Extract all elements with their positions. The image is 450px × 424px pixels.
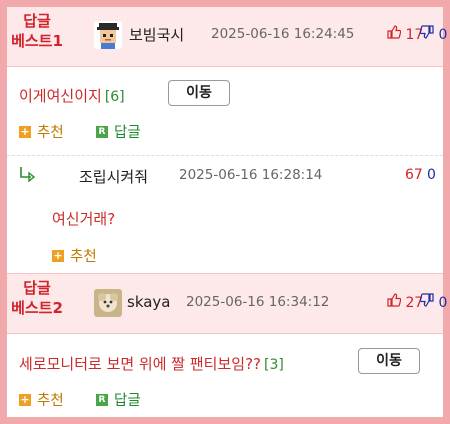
best2-badge-line1: 답글 bbox=[23, 279, 51, 297]
reply-timestamp: 2025-06-16 16:28:14 bbox=[179, 167, 323, 183]
best1-move-button[interactable]: 이동 bbox=[168, 80, 230, 106]
best1-recommend-button[interactable]: + 추천 bbox=[19, 121, 64, 142]
thumbs-up-icon bbox=[387, 25, 402, 39]
best1-content[interactable]: 이게여신이지 [6] bbox=[19, 85, 125, 106]
best2-reply-count: [3] bbox=[264, 357, 284, 373]
best1-header: 답글 베스트1 보빔국시 2025-06-16 16:24:45 17 0 bbox=[7, 7, 447, 67]
best1-recommend-label: 추천 bbox=[37, 125, 64, 141]
dog-photo-icon bbox=[94, 289, 122, 317]
best2-timestamp: 2025-06-16 16:34:12 bbox=[186, 294, 330, 310]
best1-badge: 답글 베스트1 bbox=[7, 11, 67, 51]
reply-comment: 조립시켜줘 2025-06-16 16:28:14 67 0 여신거래? + 추… bbox=[7, 155, 443, 273]
plus-icon: + bbox=[19, 124, 31, 138]
best2-avatar[interactable] bbox=[94, 289, 122, 317]
thumbs-up-icon bbox=[387, 293, 402, 307]
best2-content[interactable]: 세로모니터로 보면 위에 짤 팬티보임?? [3] bbox=[19, 353, 284, 374]
best1-downvote[interactable]: 0 bbox=[419, 25, 448, 43]
reply-upvote-count[interactable]: 67 bbox=[405, 167, 423, 183]
best1-badge-line2: 베스트1 bbox=[11, 32, 63, 50]
best1-badge-line1: 답글 bbox=[23, 12, 51, 30]
best2-body: 세로모니터로 보면 위에 짤 팬티보임?? [3] 이동 + 추천 R 답글 bbox=[7, 334, 443, 418]
best1-body: 이게여신이지 [6] 이동 + 추천 R 답글 bbox=[7, 67, 443, 155]
best1-reply-label: 답글 bbox=[114, 125, 141, 141]
thumbs-down-icon bbox=[419, 293, 434, 307]
best2-recommend-label: 추천 bbox=[37, 393, 64, 409]
thumbs-down-icon bbox=[419, 25, 434, 39]
best2-content-text: 세로모니터로 보면 위에 짤 팬티보임?? bbox=[19, 355, 261, 373]
reply-nickname[interactable]: 조립시켜줘 bbox=[79, 166, 148, 187]
reply-arrow-icon bbox=[19, 166, 37, 186]
reply-r-icon: R bbox=[96, 393, 108, 406]
best1-downvote-count: 0 bbox=[438, 27, 448, 43]
reply-r-icon: R bbox=[96, 125, 108, 138]
best2-downvote-count: 0 bbox=[438, 295, 448, 311]
plus-icon: + bbox=[52, 248, 64, 262]
pixel-avatar-icon bbox=[94, 21, 122, 49]
reply-downvote-count[interactable]: 0 bbox=[427, 167, 436, 183]
best2-header: 답글 베스트2 skaya 2025-06-16 16:34:12 27 0 bbox=[7, 273, 447, 334]
best2-recommend-button[interactable]: + 추천 bbox=[19, 389, 64, 410]
best2-reply-label: 답글 bbox=[114, 393, 141, 409]
best2-downvote[interactable]: 0 bbox=[419, 293, 448, 311]
best1-timestamp: 2025-06-16 16:24:45 bbox=[211, 26, 355, 42]
best2-nickname[interactable]: skaya bbox=[127, 293, 171, 311]
best1-reply-count: [6] bbox=[104, 89, 125, 105]
best1-content-text: 이게여신이지 bbox=[19, 87, 102, 105]
best2-reply-button[interactable]: R 답글 bbox=[96, 389, 141, 410]
best2-move-button[interactable]: 이동 bbox=[358, 348, 420, 374]
best1-avatar[interactable] bbox=[94, 21, 122, 49]
reply-content[interactable]: 여신거래? bbox=[52, 208, 115, 229]
best2-badge-line2: 베스트2 bbox=[11, 299, 63, 317]
reply-recommend-label: 추천 bbox=[70, 249, 97, 265]
best1-upvote[interactable]: 17 bbox=[387, 25, 423, 43]
best2-badge: 답글 베스트2 bbox=[7, 278, 67, 318]
best1-reply-button[interactable]: R 답글 bbox=[96, 121, 141, 142]
plus-icon: + bbox=[19, 392, 31, 406]
best1-nickname[interactable]: 보빔국시 bbox=[129, 24, 184, 45]
best2-upvote[interactable]: 27 bbox=[387, 293, 423, 311]
reply-recommend-button[interactable]: + 추천 bbox=[52, 245, 97, 266]
